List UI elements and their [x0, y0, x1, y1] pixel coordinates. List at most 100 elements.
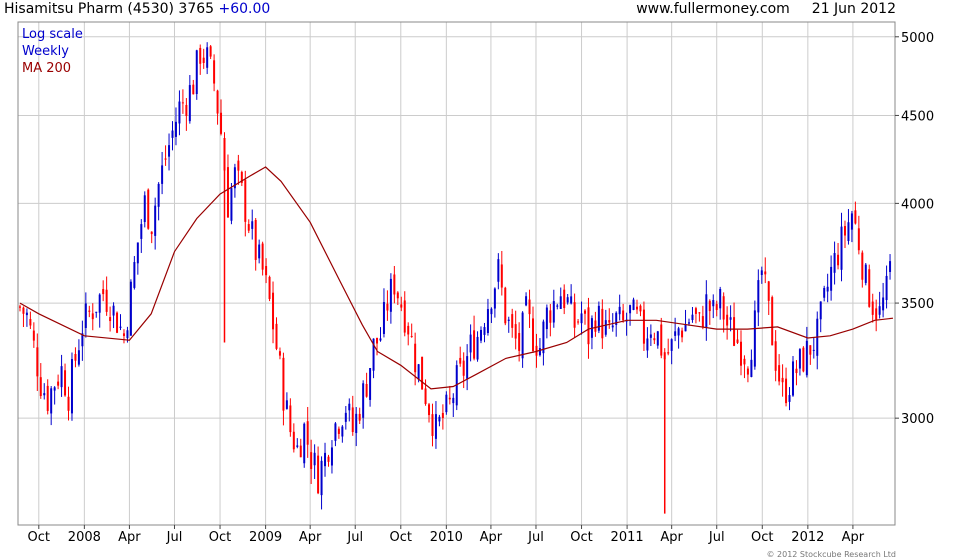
candle-body: [84, 303, 87, 328]
candle-body: [552, 301, 555, 323]
candle-body: [698, 312, 701, 314]
candle-body: [337, 428, 340, 434]
candle-body: [133, 262, 136, 288]
candle-body: [826, 286, 829, 292]
candle-body: [518, 332, 521, 351]
candle-body: [497, 259, 500, 282]
candle-body: [403, 300, 406, 333]
candle-body: [358, 413, 361, 421]
candle-body: [122, 333, 125, 337]
candle-body: [511, 314, 514, 328]
candle-body: [39, 377, 42, 397]
candle-body: [833, 253, 836, 273]
candle-body: [507, 319, 510, 321]
candle-body: [805, 340, 808, 376]
candle-body: [57, 381, 60, 386]
candle-body: [542, 321, 545, 354]
candle-body: [424, 388, 427, 404]
candle-body: [778, 365, 781, 382]
candle-body: [282, 357, 285, 411]
candle-body: [674, 331, 677, 336]
candle-body: [490, 308, 493, 315]
candle-body: [178, 101, 181, 124]
candle-body: [653, 338, 656, 341]
chart-axes: 3000 3500 4000 4500 5000 Oct 2008 Apr Jul Oct 2009…: [17, 21, 934, 545]
candle-body: [684, 324, 687, 332]
plot-frame: [17, 21, 896, 526]
candle-body: [272, 292, 275, 330]
candle-body: [622, 310, 625, 321]
candle-body: [660, 324, 663, 356]
candle-body: [601, 308, 604, 339]
candle-body: [143, 195, 146, 223]
x-tick-label: 2012: [791, 530, 824, 545]
candle-body: [757, 280, 760, 313]
candle-body: [174, 121, 177, 137]
candle-body: [226, 167, 229, 218]
candle-body: [483, 327, 486, 335]
candle-body: [50, 388, 53, 414]
candle-body: [421, 356, 424, 390]
candle-body: [192, 84, 195, 95]
x-tick-label: Apr: [660, 530, 683, 545]
candle-body: [587, 307, 590, 345]
candle-body: [209, 46, 212, 57]
candle-body: [701, 316, 704, 328]
candle-body: [278, 351, 281, 356]
candle-body: [362, 383, 365, 418]
candle-body: [164, 158, 167, 160]
candle-body: [317, 455, 320, 494]
candle-body: [369, 368, 372, 400]
candle-body: [857, 228, 860, 251]
candle-body: [760, 270, 763, 275]
candle-body: [88, 310, 91, 312]
candle-body: [434, 414, 437, 439]
candle-body: [480, 329, 483, 341]
candle-body: [663, 352, 666, 360]
candle-body: [60, 366, 63, 388]
candle-body: [878, 306, 881, 315]
candle-body: [639, 305, 642, 312]
candle-body: [202, 57, 205, 63]
candle-body: [102, 289, 105, 295]
candle-body: [188, 85, 191, 122]
candle-body: [251, 221, 254, 229]
candle-body: [181, 102, 184, 104]
x-tick-label: 2010: [430, 530, 463, 545]
candle-body: [802, 347, 805, 372]
x-tick-label: Oct: [751, 530, 773, 545]
candle-body: [882, 297, 885, 311]
candle-body: [875, 308, 878, 320]
candle-body: [22, 307, 25, 314]
candle-body: [570, 296, 573, 304]
candle-body: [18, 306, 21, 308]
y-tick-label: 4000: [901, 197, 934, 212]
candle-body: [195, 50, 198, 95]
candle-body: [729, 317, 732, 320]
candle-body: [431, 414, 434, 436]
candle-body: [556, 305, 559, 307]
candle-body: [750, 359, 753, 377]
candle-body: [393, 274, 396, 295]
legend-ma: MA 200: [22, 61, 72, 76]
candle-body: [493, 288, 496, 309]
candle-body: [303, 423, 306, 464]
candle-body: [687, 322, 690, 324]
candle-body: [299, 445, 302, 458]
candle-body: [636, 306, 639, 310]
candle-body: [545, 307, 548, 330]
candle-body: [504, 287, 507, 324]
x-tick-label: Jul: [527, 530, 544, 545]
candle-body: [830, 266, 833, 291]
candle-body: [448, 397, 451, 400]
candle-body: [116, 312, 119, 333]
candle-body: [722, 296, 725, 320]
candle-body: [285, 400, 288, 409]
candle-body: [147, 189, 150, 229]
candle-body: [868, 269, 871, 307]
x-tick-label: Oct: [390, 530, 412, 545]
candle-body: [25, 312, 28, 316]
candle-body: [677, 328, 680, 336]
candle-body: [296, 445, 299, 447]
candle-body: [161, 165, 164, 184]
